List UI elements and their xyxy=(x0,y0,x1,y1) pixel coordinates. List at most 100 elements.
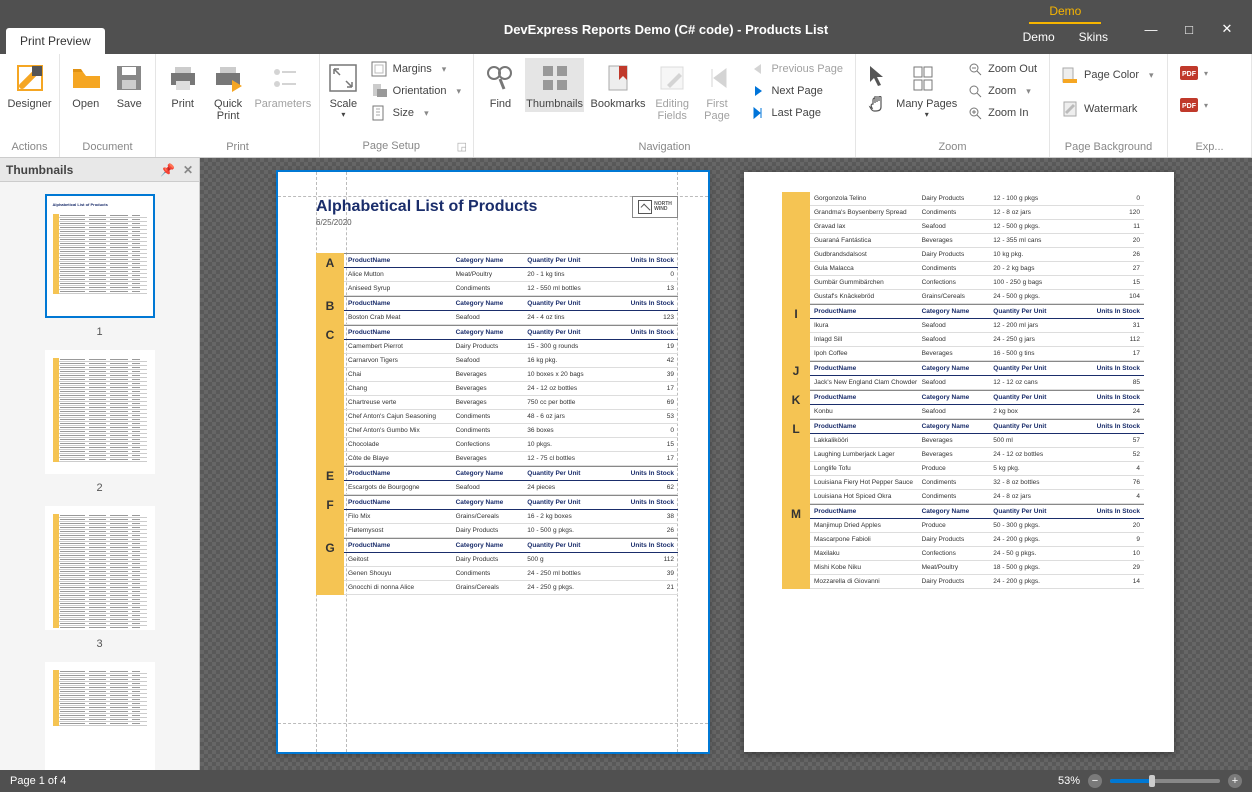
table-row: ChocoladeConfections10 pkgs.15 xyxy=(344,438,678,452)
table-row: Mishi Kobe NikuMeat/Poultry18 - 500 g pk… xyxy=(810,561,1144,575)
zoom-in-status-button[interactable]: + xyxy=(1228,774,1242,788)
table-row: Inlagd SillSeafood24 - 250 g jars112 xyxy=(810,333,1144,347)
table-row: Gnocchi di nonna AliceGrains/Cereals24 -… xyxy=(344,581,678,595)
bookmarks-button[interactable]: Bookmarks xyxy=(588,58,647,112)
tab-print-preview[interactable]: Print Preview xyxy=(6,28,105,54)
last-icon xyxy=(751,106,765,120)
first-page-icon xyxy=(701,62,733,94)
zoom-slider[interactable] xyxy=(1110,779,1220,783)
group-zoom-label: Zoom xyxy=(862,139,1043,155)
margins-button[interactable]: Margins xyxy=(365,58,467,80)
pdf-icon: PDF xyxy=(1180,66,1198,80)
group-letter: C xyxy=(316,325,344,466)
table-row: Mascarpone FabioliDairy Products24 - 200… xyxy=(810,533,1144,547)
group-letter: J xyxy=(782,361,810,390)
designer-button[interactable]: Designer xyxy=(6,58,53,112)
table-header-row: ProductNameCategory NameQuantity Per Uni… xyxy=(810,361,1144,376)
zoom-out-button[interactable]: Zoom Out xyxy=(962,58,1043,80)
thumbnail-1-label: 1 xyxy=(0,326,199,338)
zoom-out-status-button[interactable]: − xyxy=(1088,774,1102,788)
table-header-row: ProductNameCategory NameQuantity Per Uni… xyxy=(344,466,678,481)
close-button[interactable]: ✕ xyxy=(1220,21,1234,37)
main-area: Thumbnails 📌 ✕ Alphabetical List of Prod… xyxy=(0,158,1252,770)
minimize-button[interactable]: — xyxy=(1144,22,1158,37)
zoom-in-icon xyxy=(968,106,982,120)
report-group-J: JProductNameCategory NameQuantity Per Un… xyxy=(782,361,1144,390)
thumbnails-list[interactable]: Alphabetical List of Products 1 2 3 xyxy=(0,182,199,770)
zoom-icon xyxy=(968,84,982,98)
table-row: Camembert PierrotDairy Products15 - 300 … xyxy=(344,340,678,354)
hand-icon[interactable] xyxy=(866,96,888,118)
table-header-row: ProductNameCategory NameQuantity Per Uni… xyxy=(344,495,678,510)
export-pdf-button-2[interactable]: PDF▾ xyxy=(1174,94,1214,116)
table-row: Côte de BlayeBeverages12 - 75 cl bottles… xyxy=(344,452,678,466)
table-row: Guaraná FantásticaBeverages12 - 355 ml c… xyxy=(810,234,1144,248)
scale-icon xyxy=(327,62,359,94)
thumbnail-2[interactable] xyxy=(45,350,155,474)
page-1[interactable]: Alphabetical List of Products 6/25/2020 … xyxy=(278,172,708,752)
save-button[interactable]: Save xyxy=(110,58,150,112)
zoom-in-button[interactable]: Zoom In xyxy=(962,102,1043,124)
group-document-label: Document xyxy=(66,139,149,155)
thumbnail-4[interactable] xyxy=(45,662,155,770)
scale-button[interactable]: Scale▾ xyxy=(326,58,361,121)
table-row: Grandma's Boysenberry SpreadCondiments12… xyxy=(810,206,1144,220)
close-panel-icon[interactable]: ✕ xyxy=(183,163,193,177)
watermark-button[interactable]: Watermark xyxy=(1056,98,1160,120)
maximize-button[interactable]: □ xyxy=(1182,22,1196,37)
editing-fields-button: Editing Fields xyxy=(652,58,693,124)
print-button[interactable]: Print xyxy=(162,58,203,112)
page-2[interactable]: Gorgonzola TelinoDairy Products12 - 100 … xyxy=(744,172,1174,752)
table-row: Gula MalaccaCondiments20 - 2 kg bags27 xyxy=(810,262,1144,276)
bookmark-icon xyxy=(602,62,634,94)
demo-subtab-demo[interactable]: Demo xyxy=(1023,30,1055,44)
group-letter: G xyxy=(316,538,344,595)
next-page-button[interactable]: Next Page xyxy=(745,80,849,102)
report-group-K: KProductNameCategory NameQuantity Per Un… xyxy=(782,390,1144,419)
find-button[interactable]: Find xyxy=(480,58,521,112)
last-page-button[interactable]: Last Page xyxy=(745,102,849,124)
table-row: ChaiBeverages10 boxes x 20 bags39 xyxy=(344,368,678,382)
table-row: Longlife TofuProduce5 kg pkg.4 xyxy=(810,462,1144,476)
table-row: GudbrandsdalsostDairy Products10 kg pkg.… xyxy=(810,248,1144,262)
pin-icon[interactable]: 📌 xyxy=(160,163,175,177)
export-pdf-button[interactable]: PDF▾ xyxy=(1174,62,1214,84)
report-group-F: FProductNameCategory NameQuantity Per Un… xyxy=(316,495,678,538)
orientation-button[interactable]: Orientation xyxy=(365,80,467,102)
margins-icon xyxy=(371,61,387,77)
table-row: Jack's New England Clam ChowderSeafood12… xyxy=(810,376,1144,390)
report-title: Alphabetical List of Products xyxy=(316,198,678,216)
table-row: GeitostDairy Products500 g112 xyxy=(344,553,678,567)
table-row: ChangBeverages24 - 12 oz bottles17 xyxy=(344,382,678,396)
table-row: Louisiana Hot Spiced OkraCondiments24 - … xyxy=(810,490,1144,504)
table-row: Louisiana Fiery Hot Pepper SauceCondimen… xyxy=(810,476,1144,490)
thumbnail-3[interactable] xyxy=(45,506,155,630)
table-header-row: ProductNameCategory NameQuantity Per Uni… xyxy=(344,325,678,340)
group-letter: L xyxy=(782,419,810,504)
report-group-I: IProductNameCategory NameQuantity Per Un… xyxy=(782,304,1144,361)
page-color-button[interactable]: Page Color xyxy=(1056,64,1160,86)
open-button[interactable]: Open xyxy=(66,58,106,112)
zoom-button[interactable]: Zoom xyxy=(962,80,1043,102)
size-button[interactable]: Size xyxy=(365,102,467,124)
pdf-icon-2: PDF xyxy=(1180,98,1198,112)
report-logo: NORTH WIND xyxy=(632,196,678,218)
table-row: FløtemysostDairy Products10 - 500 g pkgs… xyxy=(344,524,678,538)
report-date: 6/25/2020 xyxy=(316,218,678,227)
group-export-label: Exp... xyxy=(1174,139,1245,155)
table-header-row: ProductNameCategory NameQuantity Per Uni… xyxy=(344,538,678,553)
group-actions-label: Actions xyxy=(6,139,53,155)
thumbnail-3-label: 3 xyxy=(0,638,199,650)
thumbnail-1[interactable]: Alphabetical List of Products xyxy=(45,194,155,318)
demo-tab-main[interactable]: Demo xyxy=(1029,4,1101,24)
thumbnails-icon xyxy=(539,62,571,94)
designer-icon xyxy=(14,62,46,94)
orientation-icon xyxy=(371,83,387,99)
quick-print-button[interactable]: Quick Print xyxy=(207,58,248,124)
pointer-icon[interactable] xyxy=(866,64,888,86)
preview-area[interactable]: Alphabetical List of Products 6/25/2020 … xyxy=(200,158,1252,770)
group-pagesetup-label: Page Setup ◲ xyxy=(326,138,467,155)
thumbnails-button[interactable]: Thumbnails xyxy=(525,58,584,112)
demo-subtab-skins[interactable]: Skins xyxy=(1079,30,1108,44)
many-pages-button[interactable]: Many Pages▾ xyxy=(895,58,958,121)
